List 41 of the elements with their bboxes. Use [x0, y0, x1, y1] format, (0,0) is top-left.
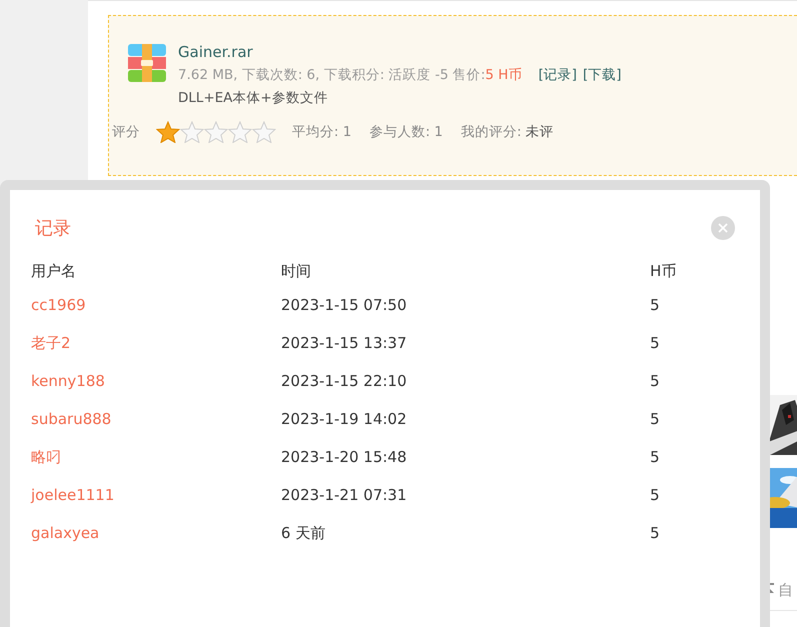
archive-icon [128, 44, 166, 82]
coin-cell-text: 5 [650, 333, 661, 354]
time-cell-text: 2023-1-19 14:02 [281, 409, 408, 430]
star-rating[interactable] [156, 121, 276, 143]
coin-cell-text: 5 [650, 523, 661, 544]
coin-cell-text: 5 [650, 409, 661, 430]
coin-cell-text: 5 [650, 485, 661, 506]
file-description: DLL+EA本体+参数文件 [178, 89, 329, 108]
column-header: 用户名 [31, 261, 77, 282]
time-cell-text: 2023-1-15 13:37 [281, 333, 408, 354]
time-cell-text: 2023-1-15 07:50 [281, 295, 408, 316]
rating-label: 评分 [112, 123, 140, 141]
filled-star-icon[interactable] [156, 121, 180, 143]
file-meta: 7.62 MB, 下载次数: 6, 下载积分: 活跃度 -5 售价: [178, 66, 486, 85]
user-link[interactable]: 略叼 [31, 438, 281, 476]
time-cell-text: 2023-1-15 22:10 [281, 371, 408, 392]
close-button[interactable] [711, 216, 735, 240]
time-cell-text: 2023-1-21 07:31 [281, 485, 408, 506]
participant-count: 参与人数: 1 [369, 123, 443, 141]
file-name[interactable]: Gainer.rar [178, 42, 622, 62]
user-link[interactable]: kenny188 [31, 362, 281, 400]
dialog-title: 记录 [35, 217, 71, 240]
time-cell-text: 6 天前 [281, 523, 326, 544]
average-score: 平均分: 1 [292, 123, 352, 141]
column-header: H币 [650, 261, 678, 282]
bracket-link[interactable]: [下载] [582, 65, 622, 85]
user-link[interactable]: 老子2 [31, 324, 281, 362]
side-link[interactable]: 自 [778, 581, 793, 600]
bracket-link[interactable]: [记录] [538, 65, 577, 85]
coin-cell-text: 5 [650, 447, 661, 468]
user-link[interactable]: subaru888 [31, 400, 281, 438]
user-link[interactable]: joelee1111 [31, 476, 281, 514]
coin-cell-text: 5 [650, 295, 661, 316]
close-icon [718, 223, 728, 233]
coin-cell-text: 5 [650, 371, 661, 392]
user-link[interactable]: cc1969 [31, 286, 281, 324]
column-header: 时间 [281, 261, 312, 282]
user-link[interactable]: galaxyea [31, 514, 281, 552]
my-rating: 我的评分: 未评 [460, 123, 554, 141]
price: 5 H币 [485, 66, 522, 85]
time-cell-text: 2023-1-20 15:48 [281, 447, 408, 468]
